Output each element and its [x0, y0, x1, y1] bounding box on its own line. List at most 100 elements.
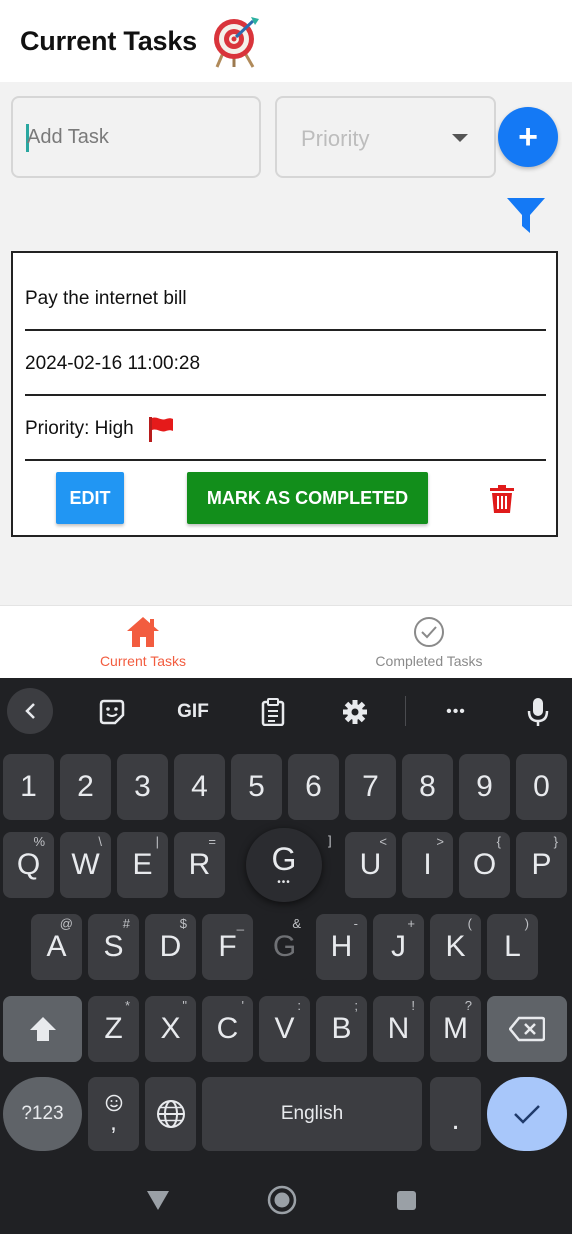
key-9[interactable]: 9 — [459, 754, 510, 820]
comma-label: , — [110, 1109, 117, 1136]
symbols-key[interactable]: ?123 — [3, 1077, 82, 1151]
key-hint: : — [297, 998, 301, 1013]
key-hint: ; — [354, 998, 358, 1013]
key-hint: ? — [464, 998, 472, 1013]
check-circle-icon — [414, 617, 444, 647]
key-hint: $ — [179, 916, 187, 931]
key-f[interactable]: F _ — [202, 914, 253, 980]
period-key[interactable]: . — [430, 1077, 481, 1151]
add-task-placeholder: Add Task — [27, 126, 109, 148]
key-hint: ! — [411, 998, 415, 1013]
key-a[interactable]: A @ — [31, 914, 82, 980]
key-n[interactable]: N! — [373, 996, 424, 1062]
key-3[interactable]: 3 — [117, 754, 168, 820]
key-u[interactable]: U < — [345, 832, 396, 898]
home-icon — [127, 617, 159, 647]
key-hint: < — [379, 834, 387, 849]
key-b[interactable]: B; — [316, 996, 367, 1062]
task-priority-row: Priority: High — [25, 415, 546, 443]
key-2[interactable]: 2 — [60, 754, 111, 820]
key-hint: + — [407, 916, 415, 931]
key-4[interactable]: 4 — [174, 754, 225, 820]
gif-button[interactable]: GIF — [170, 692, 216, 732]
priority-placeholder: Priority — [301, 126, 370, 151]
key-letter: V — [274, 1012, 295, 1045]
key-letter: E — [132, 848, 153, 881]
emoji-comma-key[interactable]: , — [88, 1077, 139, 1151]
key-i[interactable]: I > — [402, 832, 453, 898]
keyboard-back-button[interactable] — [7, 688, 53, 734]
key-letter: B — [331, 1012, 352, 1045]
plus-icon: + — [518, 117, 538, 156]
app-header: Current Tasks — [0, 0, 572, 82]
edit-button[interactable]: EDIT — [56, 472, 124, 524]
priority-dropdown[interactable]: Priority — [275, 96, 496, 178]
key-j[interactable]: J + — [373, 914, 424, 980]
key-1[interactable]: 1 — [3, 754, 54, 820]
divider — [25, 459, 546, 461]
page-title: Current Tasks — [20, 25, 197, 56]
key-d[interactable]: D $ — [145, 914, 196, 980]
key-letter: K — [445, 930, 466, 963]
chevron-left-icon — [25, 703, 35, 719]
red-flag-icon — [149, 417, 174, 442]
key-hint: * — [124, 998, 130, 1013]
chevron-down-icon — [452, 134, 468, 142]
key-q[interactable]: Q% — [3, 832, 54, 898]
key-letter: G — [272, 930, 297, 963]
key-hint: - — [353, 916, 358, 931]
key-0[interactable]: 0 — [516, 754, 567, 820]
key-x[interactable]: X " — [145, 996, 196, 1062]
key-g-pressed[interactable]: G & — [259, 914, 310, 980]
tab-label: Current Tasks — [99, 653, 187, 669]
globe-icon — [156, 1100, 185, 1128]
key-s[interactable]: S # — [88, 914, 139, 980]
key-hint-bracket: ] — [328, 833, 332, 848]
shift-key[interactable] — [3, 996, 82, 1062]
key-v[interactable]: V: — [259, 996, 310, 1062]
key-h[interactable]: H- — [316, 914, 367, 980]
divider — [25, 329, 546, 331]
key-letter: N — [387, 1012, 410, 1045]
key-o[interactable]: O{ — [459, 832, 510, 898]
key-hint: % — [33, 834, 45, 849]
filter-icon[interactable] — [506, 196, 546, 234]
more-button[interactable]: ••• — [436, 692, 476, 732]
sticker-button[interactable] — [92, 692, 132, 732]
key-letter: O — [472, 848, 497, 881]
key-w[interactable]: W \ — [60, 832, 111, 898]
key-e[interactable]: E | — [117, 832, 168, 898]
microphone-button[interactable] — [522, 692, 554, 732]
space-bar[interactable]: English — [202, 1077, 422, 1151]
tab-completed-tasks[interactable]: Completed Tasks — [286, 606, 572, 679]
key-m[interactable]: M? — [430, 996, 481, 1062]
key-letter: H — [330, 930, 353, 963]
trash-icon[interactable] — [489, 485, 515, 513]
key-z[interactable]: Z * — [88, 996, 139, 1062]
key-c[interactable]: C ' — [202, 996, 253, 1062]
bottom-tab-bar: Current Tasks Completed Tasks — [0, 605, 572, 678]
key-6[interactable]: 6 — [288, 754, 339, 820]
language-key[interactable] — [145, 1077, 196, 1151]
add-task-button[interactable]: + — [498, 107, 558, 167]
mark-completed-button[interactable]: MARK AS COMPLETED — [187, 472, 428, 524]
key-letter: R — [188, 848, 211, 881]
key-r[interactable]: R = — [174, 832, 225, 898]
key-7[interactable]: 7 — [345, 754, 396, 820]
key-5[interactable]: 5 — [231, 754, 282, 820]
back-triangle-icon[interactable] — [145, 1188, 171, 1212]
clipboard-button[interactable] — [256, 692, 290, 732]
tab-current-tasks[interactable]: Current Tasks — [0, 606, 286, 679]
key-8[interactable]: 8 — [402, 754, 453, 820]
key-letter: X — [160, 1012, 181, 1045]
recents-square-icon[interactable] — [396, 1190, 417, 1211]
key-l[interactable]: L) — [487, 914, 538, 980]
enter-key[interactable] — [487, 1077, 567, 1151]
home-circle-icon[interactable] — [267, 1185, 297, 1215]
key-p[interactable]: P} — [516, 832, 567, 898]
key-k[interactable]: K( — [430, 914, 481, 980]
add-task-input[interactable]: Add Task — [11, 96, 261, 178]
settings-button[interactable] — [336, 692, 374, 732]
task-card: Pay the internet bill 2024-02-16 11:00:2… — [11, 251, 558, 537]
backspace-key[interactable] — [487, 996, 567, 1062]
